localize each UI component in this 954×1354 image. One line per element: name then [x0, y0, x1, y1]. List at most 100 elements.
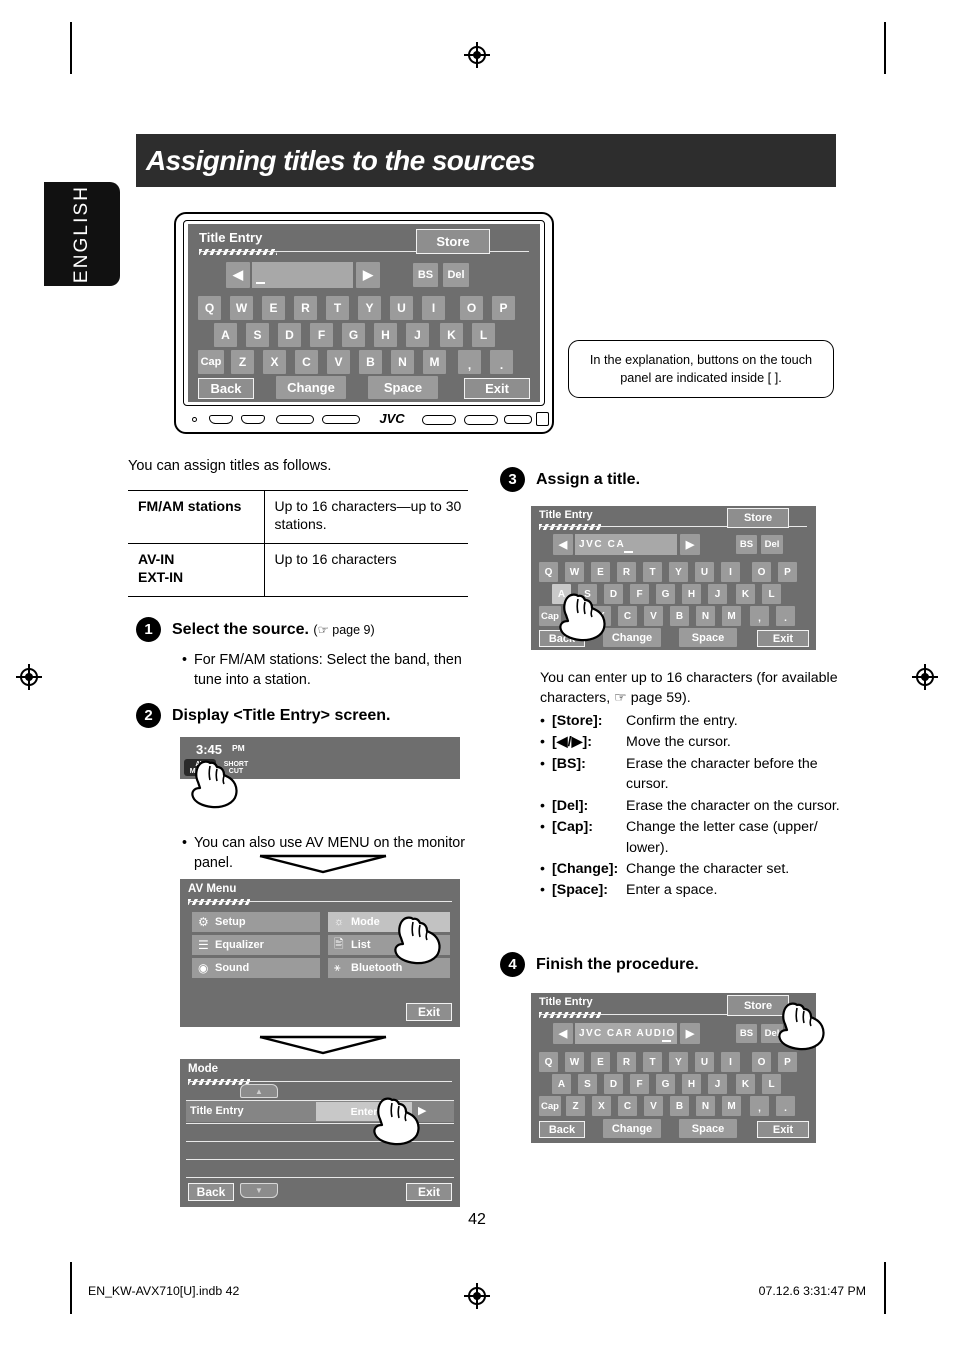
scroll-up-button[interactable]: ▲ — [240, 1084, 278, 1098]
key-a[interactable]: A — [214, 323, 237, 347]
title-input-field[interactable] — [252, 262, 353, 288]
key-k[interactable]: K — [440, 323, 463, 347]
key-b[interactable]: B — [359, 350, 382, 374]
key-c[interactable]: C — [295, 350, 318, 374]
key-v[interactable]: V — [644, 606, 663, 626]
key-p[interactable]: P — [778, 1052, 797, 1072]
key-o[interactable]: O — [752, 1052, 771, 1072]
change-button[interactable]: Change — [276, 376, 346, 399]
key-y[interactable]: Y — [669, 1052, 688, 1072]
key-s[interactable]: S — [578, 584, 597, 604]
key-h[interactable]: H — [682, 1074, 701, 1094]
key-c[interactable]: C — [618, 606, 637, 626]
key-e[interactable]: E — [591, 1052, 610, 1072]
key-o[interactable]: O — [752, 562, 771, 582]
key-d[interactable]: D — [604, 1074, 623, 1094]
key-t[interactable]: T — [326, 296, 349, 320]
key-g[interactable]: G — [656, 584, 675, 604]
av-menu-item-sound[interactable]: ◉ Sound — [192, 958, 320, 978]
store-button[interactable]: Store — [727, 508, 789, 528]
key-p[interactable]: P — [778, 562, 797, 582]
key-p[interactable]: P — [492, 296, 515, 320]
key-l[interactable]: L — [762, 1074, 781, 1094]
key-w[interactable]: W — [230, 296, 253, 320]
bs-button[interactable]: BS — [413, 263, 438, 287]
key-n[interactable]: N — [696, 1096, 715, 1116]
av-menu-hard-button[interactable] — [241, 415, 265, 424]
key-d[interactable]: D — [278, 323, 301, 347]
key-w[interactable]: W — [565, 1052, 584, 1072]
volume-down-button[interactable] — [422, 415, 456, 425]
bs-button[interactable]: BS — [736, 535, 757, 554]
mode-back-button[interactable]: Back — [188, 1183, 234, 1201]
cursor-right-button[interactable]: ▶ — [356, 262, 380, 288]
av-menu-item-mode[interactable]: ☼ Mode — [328, 912, 450, 932]
del-button[interactable]: Del — [443, 263, 469, 287]
key-f[interactable]: F — [310, 323, 333, 347]
key-m[interactable]: M — [722, 1096, 741, 1116]
key-g[interactable]: G — [342, 323, 365, 347]
key-comma[interactable]: , — [458, 350, 481, 374]
exit-button[interactable]: Exit — [464, 378, 530, 399]
disp-hard-button[interactable] — [322, 415, 360, 424]
key-v[interactable]: V — [644, 1096, 663, 1116]
key-f[interactable]: F — [630, 584, 649, 604]
cursor-right-button[interactable]: ▶ — [680, 534, 700, 555]
av-menu-exit-button[interactable]: Exit — [406, 1003, 452, 1021]
key-t[interactable]: T — [643, 562, 662, 582]
key-comma[interactable]: , — [750, 1096, 769, 1116]
cursor-left-button[interactable]: ◀ — [553, 534, 573, 555]
key-u[interactable]: U — [695, 1052, 714, 1072]
key-n[interactable]: N — [391, 350, 414, 374]
key-i[interactable]: I — [721, 562, 740, 582]
key-q[interactable]: Q — [539, 1052, 558, 1072]
key-period[interactable]: . — [490, 350, 513, 374]
key-o[interactable]: O — [460, 296, 483, 320]
key-i[interactable]: I — [422, 296, 445, 320]
av-menu-touch-button[interactable]: AV MENU — [184, 759, 216, 776]
mode-row-next-icon[interactable]: ▶ — [418, 1104, 426, 1117]
key-x[interactable]: X — [263, 350, 286, 374]
change-button[interactable]: Change — [603, 628, 661, 647]
key-period[interactable]: . — [776, 1096, 795, 1116]
source-hard-button[interactable] — [276, 415, 314, 424]
key-u[interactable]: U — [390, 296, 413, 320]
key-e[interactable]: E — [591, 562, 610, 582]
key-z[interactable]: Z — [566, 1096, 585, 1116]
tilt-open-button[interactable] — [504, 415, 532, 424]
key-a[interactable]: A — [552, 584, 571, 604]
key-u[interactable]: U — [695, 562, 714, 582]
key-q[interactable]: Q — [539, 562, 558, 582]
key-x[interactable]: X — [592, 606, 611, 626]
reset-button[interactable] — [192, 417, 197, 422]
key-z[interactable]: Z — [231, 350, 254, 374]
short-cut-touch-button[interactable]: SHORT CUT — [220, 759, 252, 776]
mode-exit-button[interactable]: Exit — [406, 1183, 452, 1201]
key-w[interactable]: W — [565, 562, 584, 582]
av-menu-item-equalizer[interactable]: ☰ Equalizer — [192, 935, 320, 955]
key-c[interactable]: C — [618, 1096, 637, 1116]
av-menu-item-bluetooth[interactable]: ⚹ Bluetooth — [328, 958, 450, 978]
key-i[interactable]: I — [721, 1052, 740, 1072]
key-r[interactable]: R — [617, 1052, 636, 1072]
key-l[interactable]: L — [472, 323, 495, 347]
key-b[interactable]: B — [670, 1096, 689, 1116]
key-t[interactable]: T — [643, 1052, 662, 1072]
key-s[interactable]: S — [578, 1074, 597, 1094]
key-b[interactable]: B — [670, 606, 689, 626]
key-cap[interactable]: Cap — [539, 1096, 561, 1116]
key-m[interactable]: M — [722, 606, 741, 626]
key-r[interactable]: R — [294, 296, 317, 320]
cursor-left-button[interactable]: ◀ — [553, 1023, 573, 1044]
av-menu-item-list[interactable]: 🖹 List — [328, 935, 450, 955]
key-cap[interactable]: Cap — [539, 606, 561, 626]
back-button[interactable]: Back — [539, 630, 585, 647]
key-cap[interactable]: Cap — [198, 350, 224, 374]
key-x[interactable]: X — [592, 1096, 611, 1116]
volume-up-button[interactable] — [464, 415, 498, 425]
back-button[interactable]: Back — [539, 1121, 585, 1138]
key-m[interactable]: M — [423, 350, 446, 374]
space-button[interactable]: Space — [679, 1119, 737, 1138]
key-h[interactable]: H — [374, 323, 397, 347]
scroll-down-button[interactable]: ▼ — [240, 1183, 278, 1198]
